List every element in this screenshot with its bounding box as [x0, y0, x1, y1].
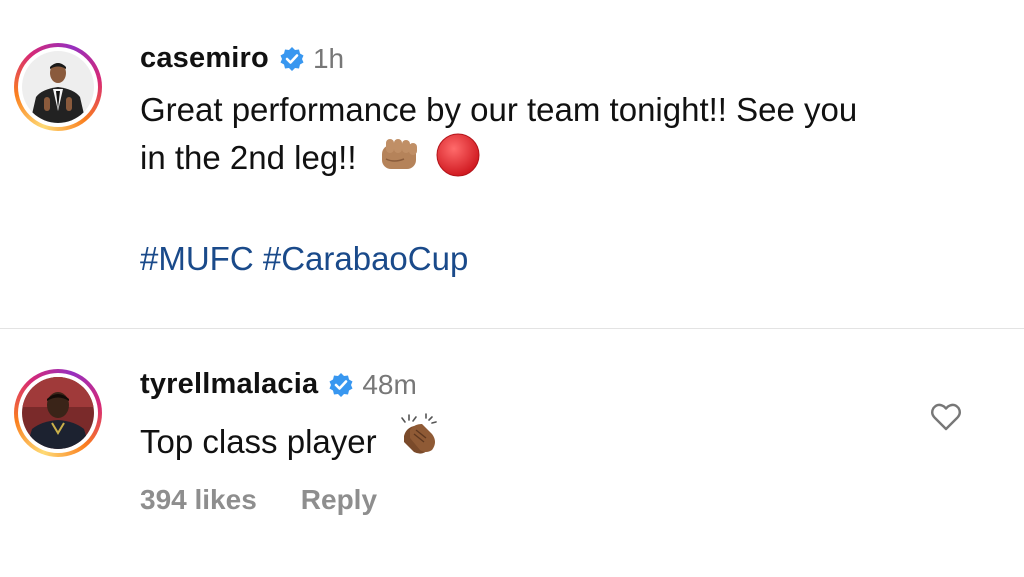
post-author-avatar — [22, 51, 94, 123]
red-circle-emoji — [435, 132, 481, 189]
divider — [0, 328, 1024, 329]
post-caption-text: Great performance by our team tonight!! … — [140, 88, 1000, 189]
comment-header: tyrellmalacia 48m — [140, 368, 417, 401]
post-timestamp: 1h — [312, 42, 345, 74]
clapping-hands-emoji — [396, 412, 442, 469]
comment-text: Top class player — [140, 413, 1000, 473]
comment-username[interactable]: tyrellmalacia — [140, 368, 318, 401]
comment-author-avatar-ring[interactable] — [14, 369, 102, 457]
post-author-avatar-ring[interactable] — [14, 43, 102, 131]
caption-line-1: Great performance by our team tonight!! … — [140, 91, 858, 128]
likes-count[interactable]: 394 likes — [140, 484, 257, 516]
oncoming-fist-emoji — [380, 137, 420, 184]
comment-author-avatar — [22, 377, 94, 449]
hashtag-link[interactable]: #CarabaoCup — [263, 240, 468, 277]
heart-outline-icon[interactable] — [930, 402, 962, 432]
hashtag-link[interactable]: #MUFC — [140, 240, 254, 277]
comment-actions: 394 likes Reply — [140, 484, 377, 516]
post-header: casemiro 1h — [140, 42, 344, 75]
comment-timestamp: 48m — [362, 368, 417, 400]
post-hashtags: #MUFC #CarabaoCup — [140, 240, 468, 278]
verified-badge-icon — [279, 46, 305, 72]
post-caption: casemiro 1h Great performance by our tea… — [0, 0, 1024, 328]
verified-badge-icon — [328, 372, 354, 398]
caption-line-2: in the 2nd leg!! — [140, 132, 1000, 189]
post-username[interactable]: casemiro — [140, 42, 269, 75]
reply-button[interactable]: Reply — [301, 484, 377, 516]
